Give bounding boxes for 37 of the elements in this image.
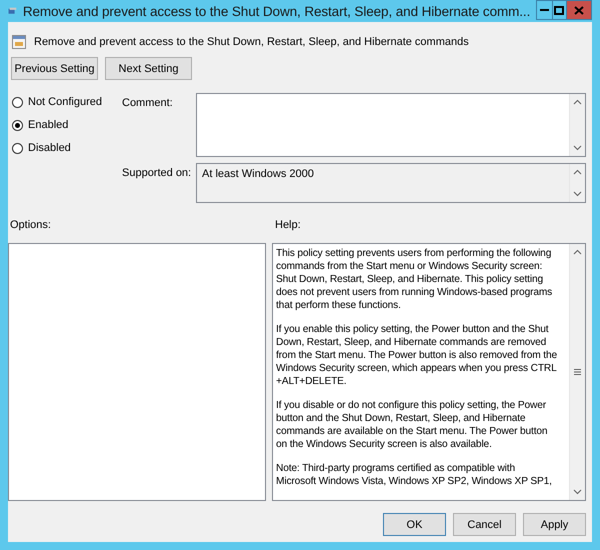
- help-paragraph: This policy setting prevents users from performing the following commands from the Start menu or Windows Security screen: Shut Down, Restart, Sleep, and Hibernate. This policy setting does not prevent users from running Windows-based programs that perform these functions.: [276, 247, 554, 312]
- help-paragraph: Note: Third-party programs certified as compatible with Microsoft Windows Vista, Windows XP SP2, Windows XP SP1,: [276, 462, 553, 488]
- policy-title: Remove and prevent access to the Shut Down, Restart, Sleep, and Hibernate commands: [34, 36, 469, 48]
- maximize-icon: [554, 6, 564, 14]
- scroll-up-icon[interactable]: [573, 99, 582, 105]
- dialog-button[interactable]: OK: [383, 513, 446, 536]
- scroll-up-icon[interactable]: [573, 169, 582, 175]
- supported-label: Supported on:: [122, 166, 192, 181]
- scroll-down-icon[interactable]: [573, 489, 582, 495]
- radio-circle[interactable]: [12, 142, 23, 154]
- scroll-grip-icon[interactable]: [574, 369, 581, 375]
- comment-label: Comment:: [122, 96, 174, 111]
- minimize-icon: [540, 9, 549, 11]
- scroll-down-icon[interactable]: [573, 191, 582, 197]
- close-icon: [574, 6, 584, 14]
- nav-button[interactable]: Previous Setting: [11, 57, 98, 80]
- state-radio[interactable]: Disabled: [12, 142, 122, 154]
- dialog-button[interactable]: Apply: [523, 513, 586, 536]
- comment-field[interactable]: [196, 93, 586, 157]
- supported-field: At least Windows 2000: [196, 163, 586, 203]
- close-button[interactable]: [566, 0, 592, 20]
- dialog-button[interactable]: Cancel: [453, 513, 516, 536]
- nav-button[interactable]: Next Setting: [105, 57, 192, 80]
- scroll-down-icon[interactable]: [573, 145, 582, 151]
- state-radio[interactable]: Not Configured: [12, 96, 122, 108]
- help-paragraph: If you enable this policy setting, the Power button and the Shut Down, Restart, Sleep, and Hibernate commands are removed from the Start menu. The Power button is also removed from the Windows Security screen, which appears when you press CTRL +ALT+DELETE.: [276, 323, 558, 388]
- maximize-button[interactable]: [552, 0, 567, 20]
- help-label: Help:: [275, 219, 301, 233]
- policy-icon: [12, 35, 26, 49]
- help-paragraph: If you disable or do not configure this policy setting, the Power button and the Shut Down, Restart, Sleep, and Hibernate commands are available on the Start menu. The Power button on the Windows Security screen is also available.: [276, 399, 548, 451]
- minimize-button[interactable]: [536, 0, 553, 20]
- radio-circle[interactable]: [12, 96, 23, 108]
- scroll-up-icon[interactable]: [573, 249, 582, 255]
- window-title: Remove and prevent access to the Shut Down, Restart, Sleep, and Hibernate comm...: [22, 4, 530, 18]
- options-label: Options:: [9, 219, 52, 233]
- state-radio[interactable]: Enabled: [12, 119, 122, 131]
- radio-circle[interactable]: [12, 120, 23, 130]
